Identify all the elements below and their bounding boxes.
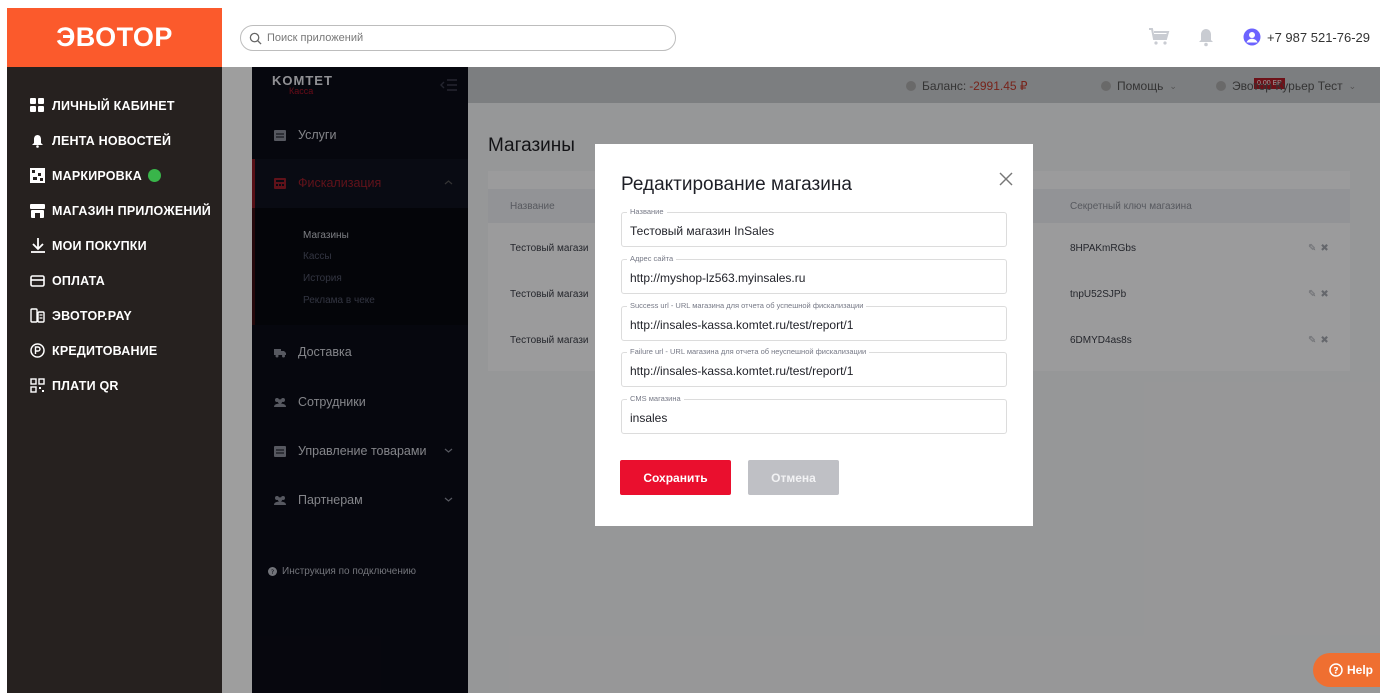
success-url-field[interactable]: Success url - URL магазина для отчета об…	[621, 301, 1007, 341]
field-value: http://insales-kassa.komtet.ru/test/repo…	[630, 318, 854, 332]
svg-text:?: ?	[1333, 666, 1338, 676]
account-phone: +7 987 521-76-29	[1267, 29, 1371, 45]
store-icon	[30, 203, 45, 218]
cart-icon[interactable]	[1148, 27, 1170, 47]
qr-pay-icon	[30, 378, 45, 393]
field-value: http://insales-kassa.komtet.ru/test/repo…	[630, 364, 854, 378]
nav-item-news-feed[interactable]: ЛЕНТА НОВОСТЕЙ	[30, 133, 171, 148]
nav-label: МАГАЗИН ПРИЛОЖЕНИЙ	[52, 203, 211, 218]
main-sidebar: ЛИЧНЫЙ КАБИНЕТ ЛЕНТА НОВОСТЕЙ МАРКИРОВКА…	[7, 67, 222, 693]
cms-field[interactable]: CMS магазина insales	[621, 394, 1007, 434]
nav-item-marking[interactable]: МАРКИРОВКА	[30, 168, 161, 183]
nav-item-payment[interactable]: ОПЛАТА	[30, 273, 105, 288]
account-menu[interactable]: +7 987 521-76-29	[1243, 28, 1370, 46]
qr-code-icon	[30, 168, 45, 183]
close-icon[interactable]	[998, 171, 1014, 187]
nav-item-evotor-pay[interactable]: ЭВОТОР.PAY	[30, 308, 132, 323]
card-icon	[30, 273, 45, 288]
download-icon	[30, 238, 45, 253]
nav-label: ЛИЧНЫЙ КАБИНЕТ	[52, 98, 175, 113]
nav-label: МОИ ПОКУПКИ	[52, 238, 147, 253]
save-button[interactable]: Сохранить	[620, 460, 731, 495]
cancel-button[interactable]: Отмена	[748, 460, 839, 495]
field-label: Success url - URL магазина для отчета об…	[627, 301, 867, 310]
search-placeholder: Поиск приложений	[267, 32, 364, 44]
field-label: Адрес сайта	[627, 254, 677, 263]
field-label: CMS магазина	[627, 394, 684, 403]
failure-url-field[interactable]: Failure url - URL магазина для отчета об…	[621, 347, 1007, 387]
help-button[interactable]: ? Help	[1313, 653, 1380, 687]
app-search-input[interactable]: Поиск приложений	[240, 25, 676, 51]
nav-item-my-purchases[interactable]: МОИ ПОКУПКИ	[30, 238, 147, 253]
nav-item-pay-qr[interactable]: ПЛАТИ QR	[30, 378, 119, 393]
evotor-logo[interactable]: ЭВОТОР	[7, 8, 222, 67]
edit-store-modal: Редактирование магазина Название Тестовы…	[595, 144, 1033, 526]
top-bar: ЭВОТОР Поиск приложений +7 987 521-76-29	[0, 0, 1380, 67]
notifications-bell-icon[interactable]	[1196, 27, 1216, 47]
field-label: Название	[627, 207, 667, 216]
question-circle-icon: ?	[1329, 663, 1343, 677]
nav-label: ПЛАТИ QR	[52, 378, 119, 393]
site-address-field[interactable]: Адрес сайта http://myshop-lz563.myinsale…	[621, 254, 1007, 294]
nav-label: МАРКИРОВКА	[52, 168, 142, 183]
modal-title: Редактирование магазина	[621, 174, 852, 195]
field-value: Тестовый магазин InSales	[630, 224, 775, 238]
ruble-circle-icon	[30, 343, 45, 358]
help-label: Help	[1347, 663, 1374, 677]
nav-label: ЛЕНТА НОВОСТЕЙ	[52, 133, 172, 148]
nav-label: КРЕДИТОВАНИЕ	[52, 343, 158, 358]
store-name-field[interactable]: Название Тестовый магазин InSales	[621, 207, 1007, 247]
field-value: http://myshop-lz563.myinsales.ru	[630, 271, 806, 285]
field-value: insales	[630, 411, 668, 425]
grid-icon	[30, 98, 45, 113]
nav-label: ЭВОТОР.PAY	[52, 308, 132, 323]
nav-item-personal-cabinet[interactable]: ЛИЧНЫЙ КАБИНЕТ	[30, 98, 175, 113]
nav-item-crediting[interactable]: КРЕДИТОВАНИЕ	[30, 343, 157, 358]
nav-item-app-store[interactable]: МАГАЗИН ПРИЛОЖЕНИЙ	[30, 203, 211, 218]
user-circle-icon	[1243, 28, 1261, 46]
terminal-icon	[30, 308, 45, 323]
bell-icon	[30, 133, 45, 148]
new-badge-icon	[147, 169, 161, 182]
search-icon	[249, 32, 262, 45]
nav-label: ОПЛАТА	[52, 273, 105, 288]
field-label: Failure url - URL магазина для отчета об…	[627, 347, 870, 356]
